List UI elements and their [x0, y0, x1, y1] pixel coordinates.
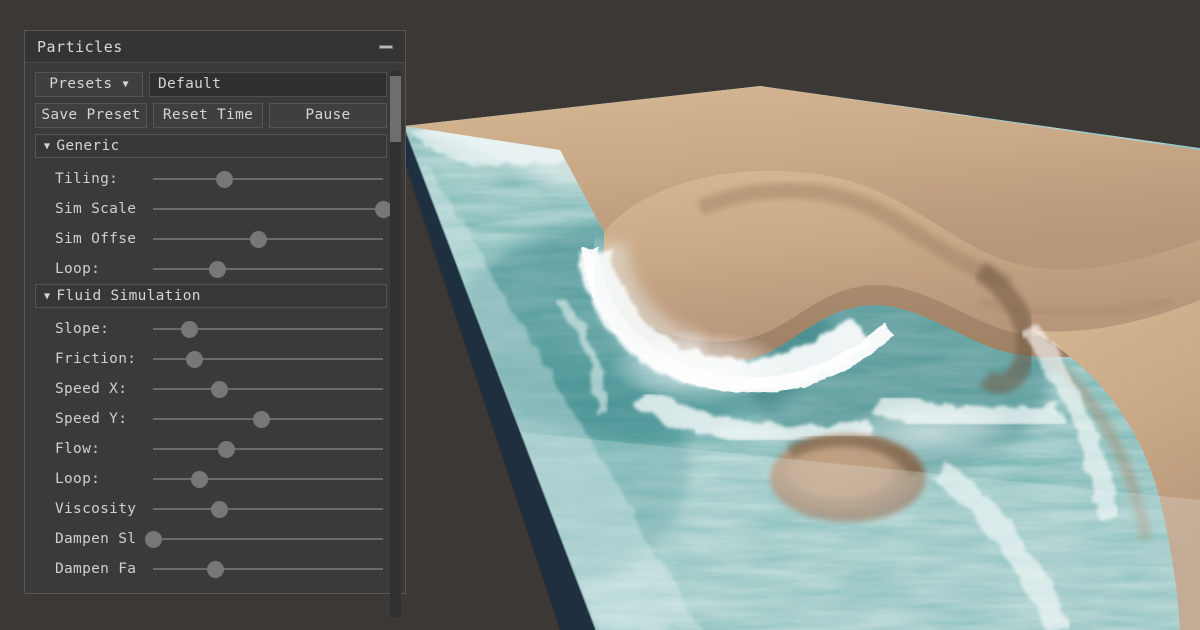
slider-row: Sim Offse: [35, 224, 387, 254]
slider-handle[interactable]: [374, 200, 392, 218]
slider-handle[interactable]: [185, 350, 203, 368]
slider-label: Loop:: [55, 261, 101, 277]
slider-handle[interactable]: [206, 560, 224, 578]
slider-label: Sim Scale: [55, 201, 137, 217]
slider-row: Viscosity: [35, 494, 387, 524]
slider-handle[interactable]: [190, 470, 208, 488]
slider-row: Slope:: [35, 314, 387, 344]
slider-sim-offse[interactable]: [153, 228, 383, 250]
slider-label: Dampen Fa: [55, 561, 137, 577]
slider-label: Sim Offse: [55, 231, 137, 247]
slider-row: Tiling:: [35, 164, 387, 194]
chevron-down-icon: ▼: [44, 141, 51, 152]
panel-content: Presets ▼ Default Save Preset Reset Time…: [35, 72, 392, 584]
section-title: Generic: [56, 138, 120, 154]
slider-label: Loop:: [55, 471, 101, 487]
action-row: Save Preset Reset Time Pause: [35, 103, 387, 128]
panel-scrollbar[interactable]: [390, 71, 401, 617]
preset-row: Presets ▼ Default: [35, 72, 387, 97]
slider-loop[interactable]: [153, 258, 383, 280]
slider-label: Speed X:: [55, 381, 128, 397]
section-header-generic[interactable]: ▼ Generic: [35, 134, 387, 158]
slider-track: [153, 478, 383, 480]
slider-tiling[interactable]: [153, 168, 383, 190]
chevron-down-icon: ▼: [44, 291, 51, 302]
pause-button[interactable]: Pause: [269, 103, 387, 128]
slider-row: Flow:: [35, 434, 387, 464]
reset-time-button[interactable]: Reset Time: [153, 103, 263, 128]
presets-dropdown-button[interactable]: Presets ▼: [35, 72, 143, 97]
slider-label: Tiling:: [55, 171, 119, 187]
slider-handle[interactable]: [218, 440, 236, 458]
slider-track: [153, 268, 383, 270]
slider-label: Friction:: [55, 351, 137, 367]
slider-track: [153, 448, 383, 450]
slider-row: Loop:: [35, 254, 387, 284]
slider-track: [153, 388, 383, 390]
panel-title: Particles: [37, 37, 123, 56]
slider-loop[interactable]: [153, 468, 383, 490]
slider-dampen-sl[interactable]: [144, 528, 383, 550]
preset-name-input[interactable]: Default: [149, 72, 387, 97]
slider-track: [153, 178, 383, 180]
slider-label: Speed Y:: [55, 411, 128, 427]
slider-row: Speed X:: [35, 374, 387, 404]
slider-flow[interactable]: [153, 438, 383, 460]
slider-label: Dampen Sl: [55, 531, 137, 547]
slider-row: Sim Scale: [35, 194, 392, 224]
slider-handle[interactable]: [211, 500, 229, 518]
slider-row: Dampen Sl: [35, 524, 387, 554]
slider-handle[interactable]: [208, 260, 226, 278]
slider-track: [153, 208, 383, 210]
slider-speed-x[interactable]: [153, 378, 383, 400]
slider-track: [153, 568, 383, 570]
slider-handle[interactable]: [211, 380, 229, 398]
slider-sim-scale[interactable]: [153, 198, 392, 220]
slider-handle[interactable]: [215, 170, 233, 188]
presets-label: Presets: [49, 76, 113, 92]
slider-track: [153, 508, 383, 510]
section-title: Fluid Simulation: [56, 288, 201, 304]
slider-label: Viscosity: [55, 501, 137, 517]
slider-dampen-fa[interactable]: [153, 558, 383, 580]
slider-speed-y[interactable]: [153, 408, 383, 430]
particles-panel[interactable]: Particles Presets ▼ Default Save Preset …: [24, 30, 406, 617]
slider-handle[interactable]: [144, 530, 162, 548]
slider-friction[interactable]: [153, 348, 383, 370]
slider-label: Slope:: [55, 321, 110, 337]
slider-track: [153, 538, 383, 540]
chevron-down-icon: ▼: [122, 78, 129, 90]
slider-handle[interactable]: [181, 320, 199, 338]
scrollbar-thumb[interactable]: [390, 76, 401, 142]
slider-row: Loop:: [35, 464, 387, 494]
slider-slope[interactable]: [153, 318, 383, 340]
slider-viscosity[interactable]: [153, 498, 383, 520]
slider-row: Speed Y:: [35, 404, 387, 434]
slider-handle[interactable]: [250, 230, 268, 248]
slider-row: Friction:: [35, 344, 387, 374]
save-preset-button[interactable]: Save Preset: [35, 103, 147, 128]
slider-label: Flow:: [55, 441, 101, 457]
slider-row: Dampen Fa: [35, 554, 387, 584]
minimize-icon[interactable]: [379, 44, 393, 49]
panel-body: Presets ▼ Default Save Preset Reset Time…: [25, 64, 405, 593]
panel-header[interactable]: Particles: [25, 31, 405, 63]
section-header-fluid-simulation[interactable]: ▼ Fluid Simulation: [35, 284, 387, 308]
sections-container: ▼ Generic Tiling: Sim Scale Sim Offse Loop: ▼ F…: [35, 134, 392, 584]
slider-track: [153, 238, 383, 240]
slider-handle[interactable]: [252, 410, 270, 428]
